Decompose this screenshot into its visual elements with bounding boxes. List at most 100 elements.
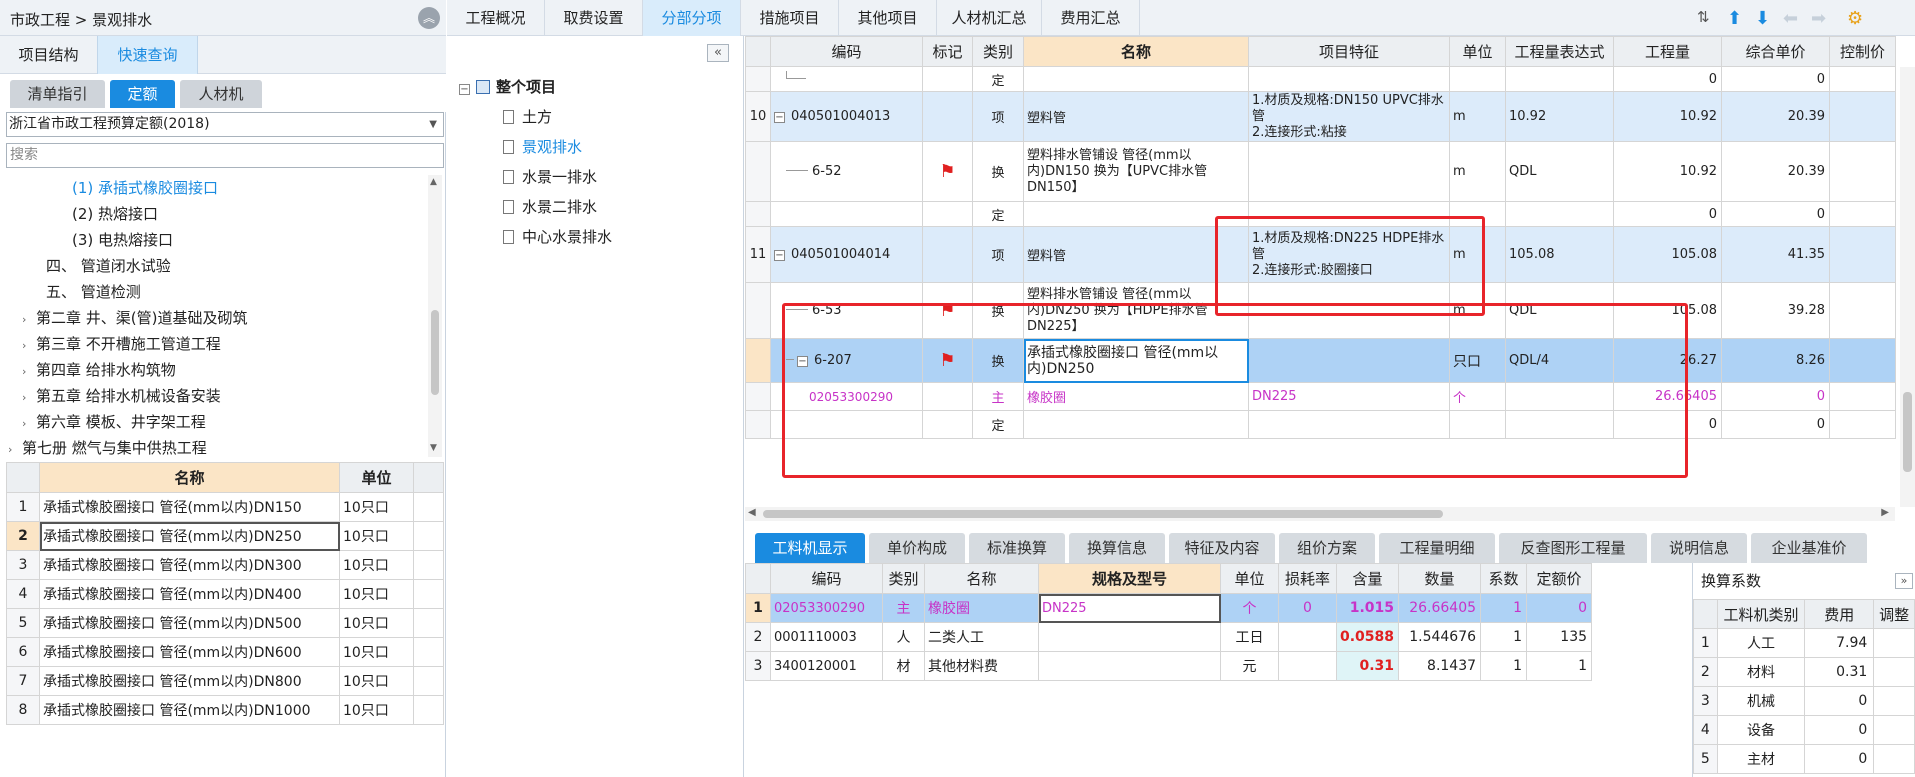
quota-select[interactable]: 浙江省市政工程预算定额(2018) ▼ (6, 112, 444, 137)
collapse-left-icon[interactable]: « (707, 44, 729, 62)
scroll-up-icon[interactable]: ▲ (430, 177, 437, 187)
tab-sub-items[interactable]: 分部分项 (643, 0, 741, 36)
tab-standard-conversion[interactable]: 标准换算 (969, 533, 1065, 563)
search-input[interactable]: 搜索 (6, 143, 444, 168)
table-row[interactable]: 6 承插式橡胶圈接口 管径(mm以内)DN600 10只口 (6, 637, 444, 667)
col-header-unit[interactable]: 单位 (1449, 36, 1506, 67)
col-header-loss-rate[interactable]: 损耗率 (1278, 563, 1337, 594)
table-row[interactable]: 3 3400120001 材 其他材料费 元 0.31 8.1437 1 1 (745, 651, 1593, 681)
grid-horizontal-scrollbar[interactable]: ◀ ▶ (745, 507, 1895, 521)
scroll-right-icon[interactable]: ▶ (1881, 507, 1889, 518)
arrow-up-icon[interactable]: ⬆ (1727, 8, 1742, 29)
col-header-spec[interactable]: 规格及型号 (1038, 563, 1221, 594)
col-header-feature[interactable]: 项目特征 (1248, 36, 1450, 67)
tab-labor-summary[interactable]: 人材机汇总 (937, 0, 1042, 36)
tree-scrollbar[interactable]: ▲ ▼ (428, 175, 442, 457)
table-row[interactable]: 2 承插式橡胶圈接口 管径(mm以内)DN250 10只口 (6, 521, 444, 551)
arrow-down-icon[interactable]: ⬇ (1755, 8, 1770, 29)
subtab-quota[interactable]: 定额 (110, 80, 175, 108)
collapse-minus-icon[interactable]: − (459, 84, 470, 95)
table-row[interactable]: 2 材料 0.31 (1693, 657, 1915, 687)
tab-other-items[interactable]: 其他项目 (839, 0, 937, 36)
arrow-right-icon[interactable]: ➡ (1811, 8, 1826, 29)
col-header-control-price[interactable]: 控制价 (1829, 36, 1896, 67)
table-row[interactable]: 5 主材 0 (1693, 744, 1915, 774)
tree-node[interactable]: › 第六章 模板、井字架工程 (22, 409, 206, 435)
col-header-type[interactable]: 类别 (882, 563, 925, 594)
col-header-unit-price[interactable]: 综合单价 (1721, 36, 1830, 67)
col-header-name[interactable]: 名称 (1023, 36, 1249, 67)
table-row[interactable]: 8 承插式橡胶圈接口 管径(mm以内)DN1000 10只口 (6, 695, 444, 725)
col-header-code[interactable]: 编码 (770, 36, 923, 67)
tree-node[interactable]: 五、 管道检测 (46, 279, 141, 305)
tab-project-overview[interactable]: 工程概况 (447, 0, 545, 36)
grid-vertical-scrollbar[interactable] (1900, 67, 1915, 507)
tab-quantity-detail[interactable]: 工程量明细 (1379, 533, 1495, 563)
table-row[interactable]: 6-52 ⚑ 换 塑料排水管铺设 管径(mm以内)DN150 换为【UPVC排水… (745, 141, 1896, 202)
tree-node[interactable]: (2) 热熔接口 (72, 201, 158, 227)
table-row[interactable]: 1 承插式橡胶圈接口 管径(mm以内)DN150 10只口 (6, 492, 444, 522)
col-header-quantity[interactable]: 工程量 (1613, 36, 1722, 67)
table-row[interactable]: 2 0001110003 人 二类人工 工日 0.0588 1.544676 1… (745, 622, 1593, 652)
tree-item[interactable]: 水景二排水 (503, 194, 597, 220)
tree-scroll-thumb[interactable] (431, 310, 439, 395)
tab-project-structure[interactable]: 项目结构 (0, 36, 97, 74)
tab-description[interactable]: 说明信息 (1651, 533, 1747, 563)
tree-node[interactable]: 四、 管道闭水试验 (46, 253, 171, 279)
col-header-fee[interactable]: 费用 (1804, 599, 1875, 629)
tab-pricing-plan[interactable]: 组价方案 (1279, 533, 1375, 563)
col-header-name[interactable]: 名称 (924, 563, 1039, 594)
col-header-coefficient[interactable]: 系数 (1480, 563, 1528, 594)
col-header-adjust[interactable]: 调整 (1873, 599, 1915, 629)
grid-vscroll-thumb[interactable] (1903, 392, 1912, 472)
tab-measures[interactable]: 措施项目 (741, 0, 839, 36)
subtab-labor-material[interactable]: 人材机 (180, 80, 262, 108)
tree-node[interactable]: › 第七册 燃气与集中供热工程 (8, 435, 207, 457)
tab-labor-material-display[interactable]: 工料机显示 (755, 533, 865, 563)
tree-root[interactable]: − 整个项目 (459, 74, 556, 100)
col-header-unit[interactable]: 单位 (1220, 563, 1279, 594)
table-row[interactable]: 4 承插式橡胶圈接口 管径(mm以内)DN400 10只口 (6, 579, 444, 609)
subtab-list-guide[interactable]: 清单指引 (10, 80, 105, 108)
tree-node[interactable]: › 第二章 井、渠(管)道基础及砌筑 (22, 305, 247, 331)
tab-feature-content[interactable]: 特征及内容 (1169, 533, 1275, 563)
table-row[interactable]: 4 设备 0 (1693, 715, 1915, 745)
chevron-right-icon[interactable]: › (22, 333, 36, 359)
col-header-expression[interactable]: 工程量表达式 (1505, 36, 1614, 67)
chevron-right-icon[interactable]: › (8, 437, 22, 457)
col-header-unit[interactable]: 单位 (339, 462, 414, 493)
grid-hscroll-thumb[interactable] (763, 510, 1443, 518)
arrow-left-icon[interactable]: ⬅ (1783, 8, 1798, 29)
tab-graphic-quantity[interactable]: 反查图形工程量 (1499, 533, 1647, 563)
col-header-content[interactable]: 含量 (1335, 563, 1400, 594)
col-header-quantity[interactable]: 数量 (1398, 563, 1482, 594)
settings-dropdown-icon[interactable]: ⚙ (1847, 8, 1863, 29)
expand-right-icon[interactable]: » (1895, 573, 1913, 589)
collapse-minus-icon[interactable]: − (774, 250, 785, 261)
chevron-right-icon[interactable]: › (22, 307, 36, 333)
col-header-code[interactable]: 编码 (770, 563, 883, 594)
sort-icon[interactable]: ⇅ (1697, 8, 1710, 26)
tree-item[interactable]: 土方 (503, 104, 552, 130)
scroll-left-icon[interactable]: ◀ (748, 507, 756, 518)
col-header-mark[interactable]: 标记 (922, 36, 973, 67)
table-row[interactable]: 定 0 0 (745, 66, 1896, 92)
tree-item[interactable]: 中心水景排水 (503, 224, 612, 250)
table-row[interactable]: 7 承插式橡胶圈接口 管径(mm以内)DN800 10只口 (6, 666, 444, 696)
chevron-right-icon[interactable]: › (22, 385, 36, 411)
tab-unit-price-composition[interactable]: 单价构成 (869, 533, 965, 563)
chevron-right-icon[interactable]: › (22, 359, 36, 385)
col-header-quota-price[interactable]: 定额价 (1526, 563, 1593, 594)
tree-node[interactable]: › 第三章 不开槽施工管道工程 (22, 331, 221, 357)
table-row[interactable]: 1 人工 7.94 (1693, 628, 1915, 658)
tree-node[interactable]: (3) 电热熔接口 (72, 227, 173, 253)
tab-enterprise-base-price[interactable]: 企业基准价 (1751, 533, 1867, 563)
collapse-up-icon[interactable]: ︽ (418, 7, 440, 29)
scroll-down-icon[interactable]: ▼ (430, 443, 437, 453)
tree-node[interactable]: (1) 承插式橡胶圈接口 (72, 175, 218, 201)
tree-item-selected[interactable]: 景观排水 (503, 134, 582, 160)
table-row[interactable]: 10 −040501004013 项 塑料管 1.材质及规格:DN150 UPV… (745, 91, 1896, 142)
tab-quick-query[interactable]: 快速查询 (97, 36, 198, 74)
col-header-name[interactable]: 名称 (39, 462, 340, 493)
col-header-type[interactable]: 类别 (972, 36, 1024, 67)
